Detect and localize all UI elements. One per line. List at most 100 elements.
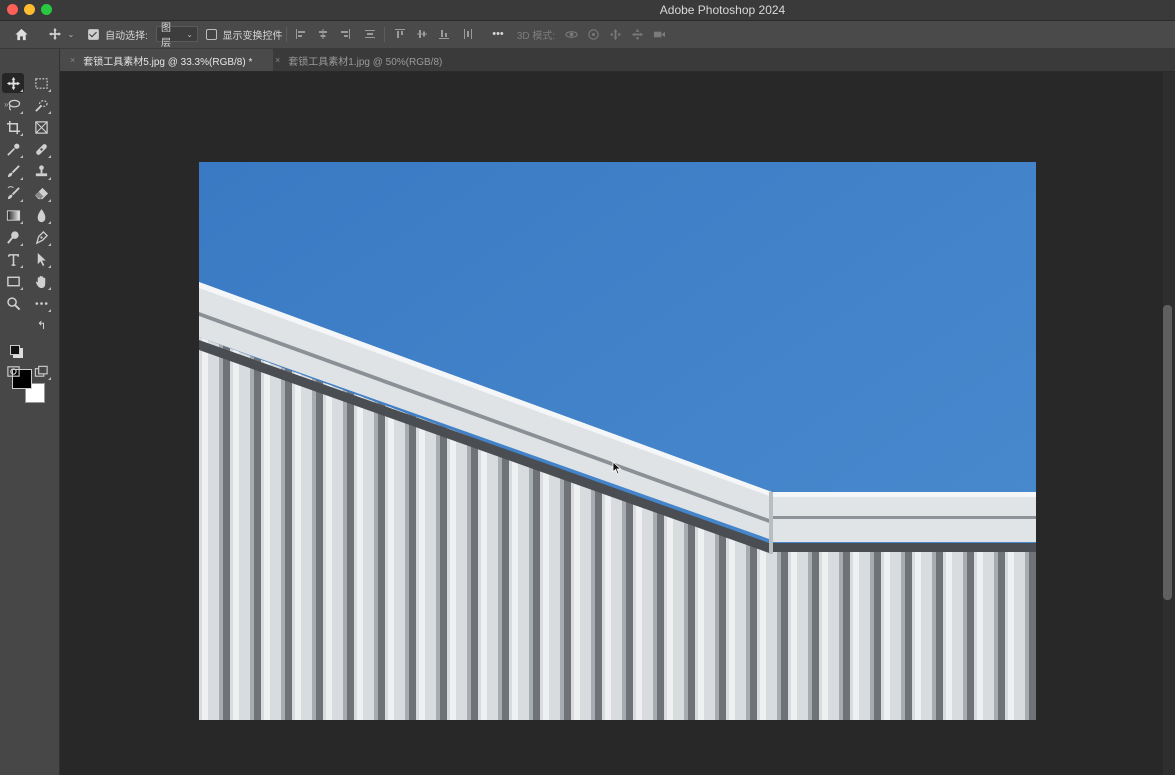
align-right-button[interactable]: [338, 25, 352, 43]
type-icon: [7, 253, 19, 266]
mouse-cursor-icon: [612, 461, 622, 475]
roll-3d-button[interactable]: [585, 25, 601, 43]
pen-icon: [35, 230, 48, 244]
rectangle-tool[interactable]: [2, 271, 24, 291]
slide-3d-icon: [631, 28, 643, 40]
auto-select-toggle[interactable]: 自动选择:: [88, 25, 148, 43]
path-selection-tool[interactable]: [30, 249, 52, 269]
crop-tool[interactable]: [2, 117, 24, 137]
pen-tool[interactable]: [30, 227, 52, 247]
document-tab-label: 套锁工具素材5.jpg @ 33.3%(RGB/8) *: [83, 56, 253, 68]
align-horizontal-center-icon: [319, 29, 327, 39]
gradient-icon: [6, 209, 20, 221]
title-bar: Adobe Photoshop 2024: [0, 0, 1175, 21]
mode-3d-label: 3D 模式:: [516, 30, 556, 42]
move-tool[interactable]: [2, 73, 24, 93]
home-icon: [14, 28, 28, 40]
crop-icon: [6, 120, 20, 134]
home-button[interactable]: [10, 25, 32, 43]
zoom-tool[interactable]: [2, 293, 24, 313]
align-left-button[interactable]: [294, 25, 308, 43]
orbit-3d-button[interactable]: [563, 25, 579, 43]
orbit-3d-icon: [564, 30, 578, 38]
rectangular-marquee-tool[interactable]: [30, 73, 52, 93]
show-transform-label: 显示变换控件: [222, 30, 283, 42]
align-horizontal-center-button[interactable]: [316, 25, 330, 43]
screen-mode-button[interactable]: [30, 361, 52, 381]
auto-select-label: 自动选择:: [105, 30, 148, 42]
auto-select-target-dropdown[interactable]: 图层 ⌄: [156, 23, 198, 49]
drop-icon: [37, 208, 45, 222]
brush-icon: [7, 164, 20, 177]
drag-3d-button[interactable]: [607, 25, 623, 43]
align-bottom-icon: [439, 30, 449, 39]
quick-mask-button[interactable]: [2, 361, 24, 381]
document-tab-bar: × 套锁工具素材5.jpg @ 33.3%(RGB/8) * × 套锁工具素材1…: [60, 49, 1175, 72]
distribute-horizontal-icon: [464, 29, 472, 39]
divider: [286, 27, 287, 42]
chevron-down-icon: ⌄: [67, 29, 75, 39]
app-title: Adobe Photoshop 2024: [659, 3, 786, 17]
document-tab-active[interactable]: × 套锁工具素材5.jpg @ 33.3%(RGB/8) *: [60, 49, 273, 71]
rectangle-icon: [6, 276, 20, 286]
magnifier-icon: [6, 296, 20, 310]
close-tab-icon[interactable]: ×: [70, 55, 75, 65]
document-image[interactable]: [199, 162, 1036, 720]
dodge-tool[interactable]: [2, 227, 24, 247]
history-brush-tool[interactable]: [2, 183, 24, 203]
screen-mode-icon: [34, 365, 48, 377]
stamp-icon: [35, 164, 47, 176]
align-bottom-button[interactable]: [437, 25, 451, 43]
align-vertical-center-button[interactable]: [415, 25, 429, 43]
align-right-icon: [341, 29, 350, 39]
lasso-tool[interactable]: [2, 95, 24, 115]
move-icon: [6, 76, 20, 90]
slide-3d-button[interactable]: [629, 25, 645, 43]
edit-toolbar-button[interactable]: [30, 293, 52, 313]
lasso-icon: [8, 99, 20, 111]
show-transform-checkbox[interactable]: [205, 28, 217, 40]
brush-tool[interactable]: [2, 161, 24, 181]
scrollbar-thumb[interactable]: [1163, 305, 1172, 600]
type-tool[interactable]: [2, 249, 24, 269]
more-dots-icon: [35, 301, 47, 305]
distribute-vertical-icon: [365, 30, 375, 38]
frame-tool[interactable]: [30, 117, 52, 137]
drag-3d-icon: [609, 28, 621, 40]
distribute-horizontal-button[interactable]: [461, 25, 475, 43]
align-left-icon: [296, 29, 305, 39]
quick-selection-tool[interactable]: [30, 95, 52, 115]
eraser-icon: [34, 187, 48, 199]
eraser-tool[interactable]: [30, 183, 52, 203]
more-options-button[interactable]: •••: [488, 25, 508, 43]
show-transform-toggle[interactable]: 显示变换控件: [205, 25, 283, 43]
move-tool-preset-picker[interactable]: ⌄: [44, 25, 78, 43]
building-photo: [199, 162, 1036, 720]
align-vertical-center-icon: [417, 30, 427, 38]
eyedropper-icon: [6, 143, 19, 156]
hand-icon: [35, 275, 45, 288]
quick-mask-icon: [6, 365, 20, 377]
spot-healing-brush-tool[interactable]: [30, 139, 52, 159]
document-tab[interactable]: × 套锁工具素材1.jpg @ 50%(RGB/8): [265, 49, 475, 71]
distribute-vertical-button[interactable]: [363, 25, 377, 43]
document-tab-label: 套锁工具素材1.jpg @ 50%(RGB/8): [288, 56, 443, 68]
move-icon: [48, 27, 61, 41]
hand-tool[interactable]: [30, 271, 52, 291]
dodge-icon: [6, 230, 19, 244]
close-tab-icon[interactable]: ×: [275, 55, 280, 65]
auto-select-target-value: 图层: [161, 23, 171, 49]
clone-stamp-tool[interactable]: [30, 161, 52, 181]
blur-tool[interactable]: [30, 205, 52, 225]
auto-select-checkbox[interactable]: [88, 28, 100, 40]
eyedropper-tool[interactable]: [2, 139, 24, 159]
default-colors-icon[interactable]: [10, 345, 20, 355]
gradient-tool[interactable]: [2, 205, 24, 225]
marquee-icon: [34, 77, 48, 89]
chevron-down-icon: ⌄: [186, 29, 193, 39]
scale-3d-button[interactable]: [651, 25, 667, 43]
align-top-button[interactable]: [393, 25, 407, 43]
options-bar: ⌄ 自动选择: 图层 ⌄ 显示变换控件 ••• 3D 模式:: [0, 21, 1175, 49]
swap-colors-icon[interactable]: ↰: [37, 319, 46, 332]
align-top-icon: [395, 29, 405, 38]
